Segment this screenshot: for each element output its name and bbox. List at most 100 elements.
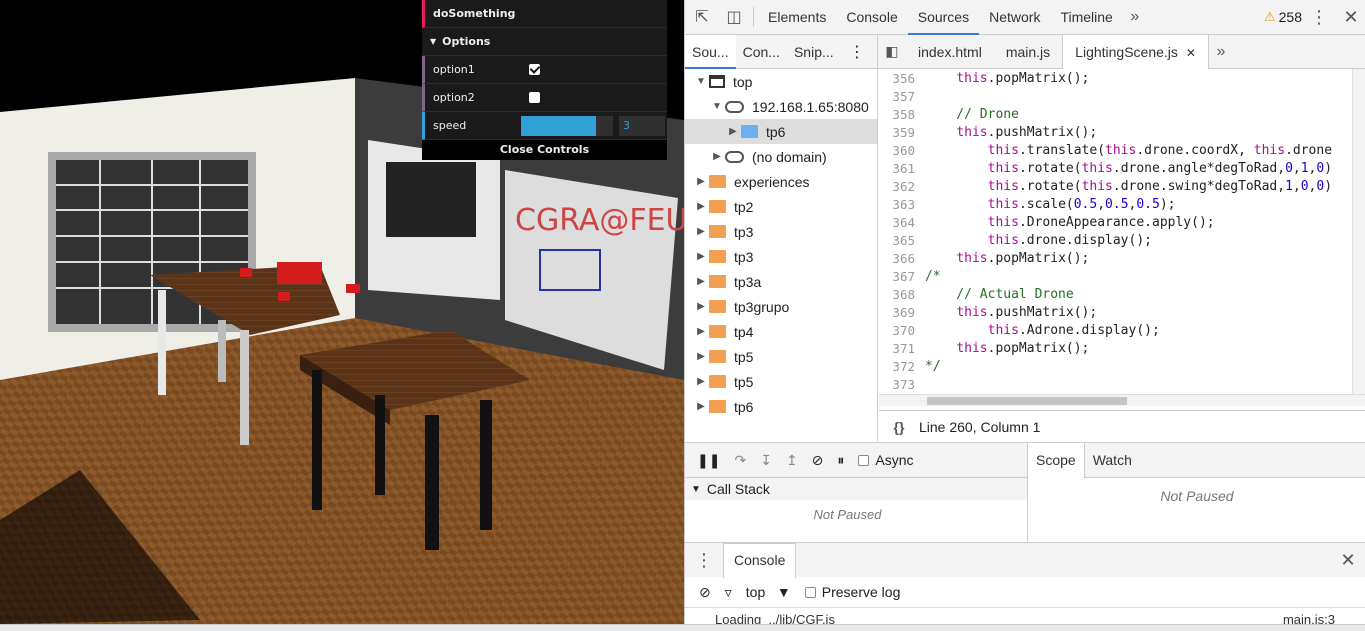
line-number[interactable]: 356	[879, 71, 915, 86]
line-number[interactable]: 373	[879, 377, 915, 392]
nav-tab-1[interactable]: Con...	[736, 35, 787, 69]
speed-input[interactable]: 3	[619, 115, 665, 136]
gui-option2-control[interactable]: option2	[422, 84, 667, 112]
file-tab-0[interactable]: index.html	[906, 35, 994, 69]
close-controls-button[interactable]: Close Controls	[422, 140, 667, 160]
scope-tab-watch[interactable]: Watch	[1085, 443, 1140, 478]
gui-label: doSomething	[433, 7, 516, 20]
close-drawer-icon[interactable]: ✕	[1330, 550, 1365, 571]
tree-item-label: experiences	[734, 173, 810, 190]
file-tab-label: main.js	[1005, 43, 1051, 60]
tree-item-label: tp4	[734, 323, 754, 340]
gui-options-control[interactable]: ▼ Options	[422, 28, 667, 56]
line-number[interactable]: 370	[879, 323, 915, 338]
gui-option1-control[interactable]: option1	[422, 56, 667, 84]
step-into-icon[interactable]: ↧	[760, 452, 772, 469]
line-number[interactable]: 364	[879, 215, 915, 230]
more-files-icon[interactable]: »	[1209, 43, 1233, 61]
line-number[interactable]: 359	[879, 125, 915, 140]
context-select[interactable]: top ▼	[746, 584, 791, 600]
line-number[interactable]: 372	[879, 359, 915, 374]
tree-item-label: tp5	[734, 348, 754, 365]
tree-item[interactable]: ▼ 192.168.1.65:8080	[685, 94, 877, 119]
drawer-menu-icon[interactable]: ⋮	[685, 550, 723, 571]
tree-item[interactable]: ▶ tp4	[685, 319, 877, 344]
nav-tab-0[interactable]: Sou...	[685, 34, 736, 69]
toggle-navigator-icon[interactable]: ◧	[878, 43, 906, 60]
line-number[interactable]: 357	[879, 89, 915, 104]
tree-item[interactable]: ▶ tp3	[685, 219, 877, 244]
pause-icon[interactable]: ❚❚	[697, 452, 720, 469]
pretty-print-icon[interactable]: {}	[879, 419, 919, 435]
warning-counter[interactable]: ⚠ 258	[1264, 9, 1302, 25]
cloud-icon	[725, 100, 744, 113]
tab-network[interactable]: Network	[979, 0, 1050, 35]
tree-item[interactable]: ▶ (no domain)	[685, 144, 877, 169]
code-line: this.drone.display();	[987, 233, 1152, 248]
inspect-icon[interactable]: ⇱	[685, 7, 719, 27]
line-number[interactable]: 360	[879, 143, 915, 158]
horizontal-scrollbar[interactable]	[879, 394, 1365, 406]
close-icon[interactable]: ✕	[1336, 7, 1365, 28]
tree-item[interactable]: ▶ tp3	[685, 244, 877, 269]
step-over-icon[interactable]: ↷	[734, 452, 746, 469]
line-number[interactable]: 363	[879, 197, 915, 212]
tree-item[interactable]: ▼ top	[685, 69, 877, 94]
tree-item[interactable]: ▶ tp2	[685, 194, 877, 219]
scope-tab-scope[interactable]: Scope	[1028, 442, 1085, 478]
nav-menu-icon[interactable]: ⋮	[849, 42, 865, 62]
tab-timeline[interactable]: Timeline	[1050, 0, 1122, 35]
menu-icon[interactable]: ⋮	[1302, 7, 1336, 28]
file-tab-1[interactable]: main.js	[994, 35, 1062, 69]
code-editor[interactable]: 356 this.popMatrix(); 357 358 // Drone 359 …	[879, 69, 1365, 394]
clear-console-icon[interactable]: ⊘	[699, 584, 711, 601]
async-checkbox[interactable]	[858, 454, 870, 466]
webgl-canvas[interactable]: CGRA@FEUP doSomething ▼ Options option1 opti…	[0, 0, 684, 624]
tree-item-label: (no domain)	[752, 148, 827, 165]
tree-item[interactable]: ▶ tp6	[685, 119, 877, 144]
tree-item-label: 192.168.1.65:8080	[752, 98, 869, 115]
line-number[interactable]: 362	[879, 179, 915, 194]
code-line: this.popMatrix();	[956, 341, 1090, 356]
call-stack-header[interactable]: ▼ Call Stack	[685, 478, 1027, 500]
gui-label: Options	[442, 35, 491, 48]
line-number[interactable]: 369	[879, 305, 915, 320]
device-mode-icon[interactable]: ◫	[719, 7, 749, 27]
close-file-icon[interactable]: ✕	[1186, 46, 1196, 60]
gui-dosomething-control[interactable]: doSomething	[422, 0, 667, 28]
nav-tab-2[interactable]: Snip...	[787, 35, 841, 69]
line-number[interactable]: 365	[879, 233, 915, 248]
line-number[interactable]: 366	[879, 251, 915, 266]
file-tab-2[interactable]: LightingScene.js ✕	[1062, 34, 1209, 69]
gui-checkbox[interactable]	[529, 92, 540, 103]
filter-icon[interactable]: ▿	[725, 584, 732, 601]
gui-checkbox[interactable]	[529, 64, 540, 75]
more-tabs-icon[interactable]: »	[1123, 8, 1147, 26]
tab-elements[interactable]: Elements	[758, 0, 836, 35]
collapsed-arrow-icon: ▶	[697, 351, 705, 362]
deactivate-breakpoints-icon[interactable]: ⊘	[812, 452, 824, 469]
file-tab-label: LightingScene.js	[1075, 43, 1178, 60]
tree-item[interactable]: ▶ tp5	[685, 369, 877, 394]
tree-item[interactable]: ▶ tp5	[685, 344, 877, 369]
line-number[interactable]: 361	[879, 161, 915, 176]
pause-exceptions-icon[interactable]: ⏸	[837, 452, 844, 469]
tab-sources[interactable]: Sources	[907, 0, 980, 35]
tree-item[interactable]: ▶ experiences	[685, 169, 877, 194]
line-number[interactable]: 367	[879, 269, 915, 284]
line-number[interactable]: 358	[879, 107, 915, 122]
speed-slider[interactable]	[521, 115, 613, 136]
tree-item[interactable]: ▶ tp3grupo	[685, 294, 877, 319]
gui-speed-control[interactable]: speed 3	[422, 112, 667, 140]
tab-console[interactable]: Console	[836, 0, 907, 35]
vertical-scrollbar[interactable]	[1352, 69, 1365, 394]
tree-item[interactable]: ▶ tp3a	[685, 269, 877, 294]
preserve-log-checkbox[interactable]	[804, 586, 816, 598]
drawer-tab-console[interactable]: Console	[723, 542, 797, 578]
cloud-icon	[725, 150, 744, 163]
line-number[interactable]: 368	[879, 287, 915, 302]
tree-item[interactable]: ▶ tp6	[685, 394, 877, 419]
tree-item-label: tp3	[734, 248, 754, 265]
line-number[interactable]: 371	[879, 341, 915, 356]
step-out-icon[interactable]: ↥	[786, 452, 798, 469]
